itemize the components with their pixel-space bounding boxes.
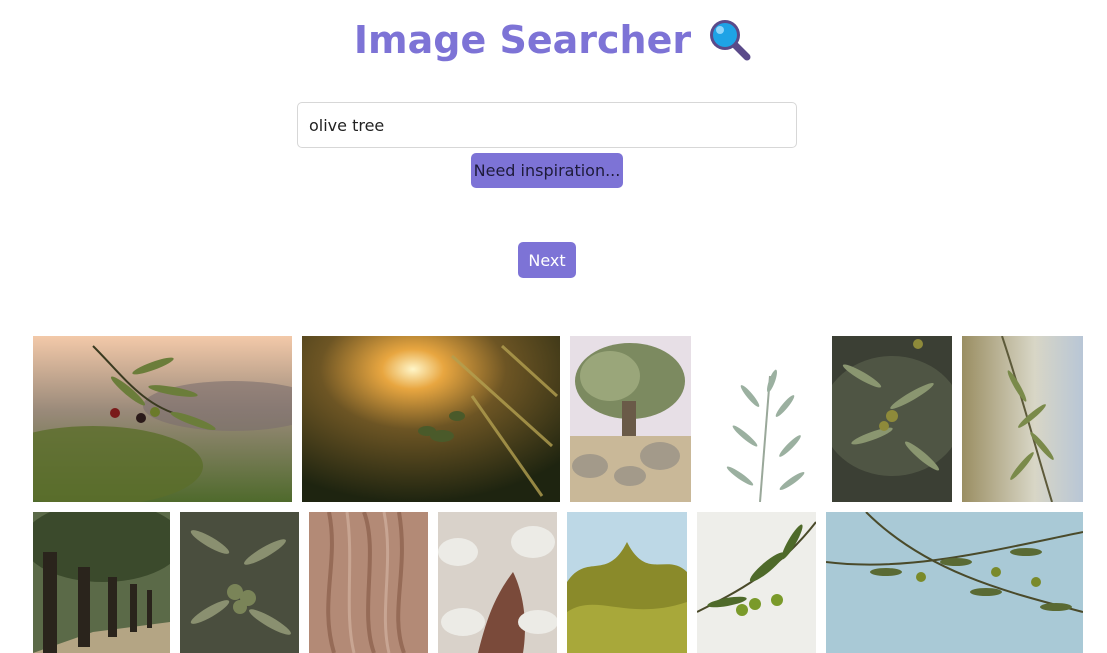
- gallery-photo[interactable]: [33, 336, 292, 502]
- need-inspiration-button[interactable]: Need inspiration...: [471, 153, 623, 188]
- gallery-photo[interactable]: [438, 512, 557, 653]
- gallery-photo[interactable]: [309, 512, 428, 653]
- gallery-photo[interactable]: [962, 336, 1083, 502]
- magnifying-glass-icon: [707, 17, 753, 63]
- gallery-photo[interactable]: [826, 512, 1083, 653]
- gallery-photo[interactable]: [700, 336, 822, 502]
- gallery-photo[interactable]: [570, 336, 691, 502]
- search-input[interactable]: [297, 102, 797, 148]
- gallery-photo[interactable]: [33, 512, 170, 653]
- page-title: Image Searcher: [0, 14, 1107, 66]
- gallery-photo[interactable]: [302, 336, 560, 502]
- gallery-photo[interactable]: [180, 512, 299, 653]
- gallery-photo[interactable]: [697, 512, 816, 653]
- next-button[interactable]: Next: [518, 242, 576, 278]
- page-title-text: Image Searcher: [353, 18, 692, 62]
- gallery-photo[interactable]: [832, 336, 952, 502]
- gallery-photo[interactable]: [567, 512, 687, 653]
